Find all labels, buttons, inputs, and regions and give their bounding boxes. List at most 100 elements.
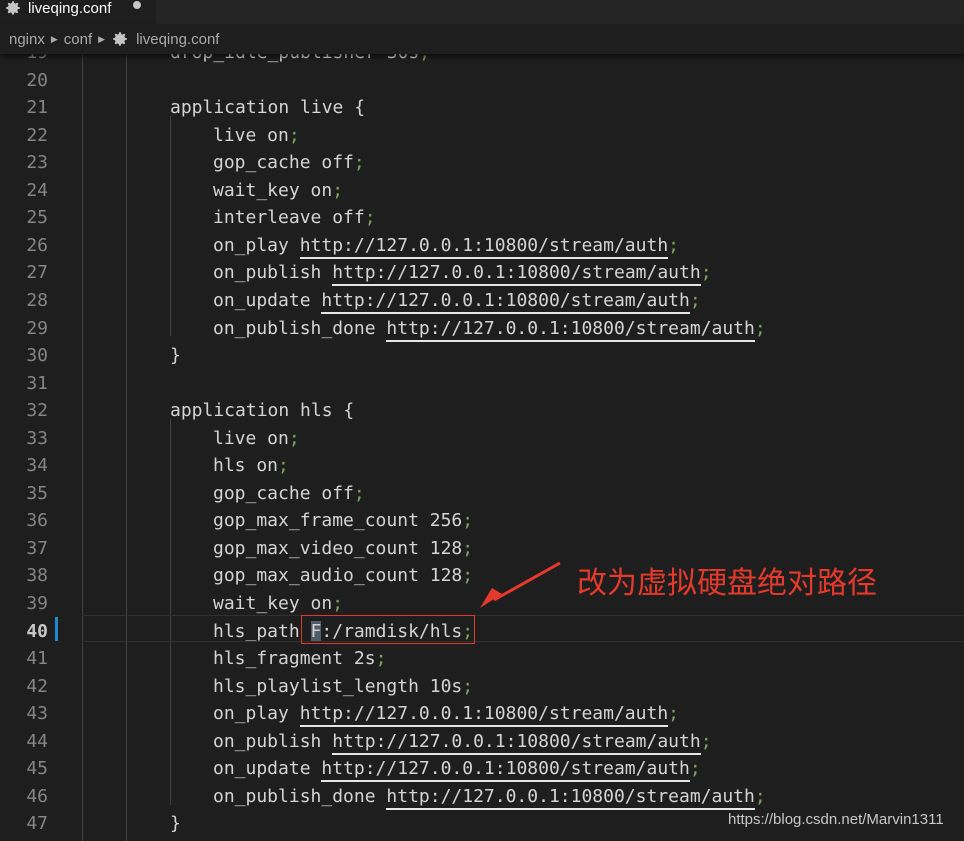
code-token: } [170, 345, 181, 367]
code-line[interactable]: 32 application hls { [0, 397, 964, 425]
code-line[interactable]: 28 on_update http://127.0.0.1:10800/strea… [0, 287, 964, 315]
line-number: 41 [26, 648, 48, 670]
breadcrumb-item-file[interactable]: liveqing.conf [136, 31, 219, 48]
code-line[interactable]: 27 on_publish http://127.0.0.1:10800/stre… [0, 259, 964, 287]
code-token: hls on [213, 455, 279, 477]
line-number: 37 [26, 537, 48, 559]
code-line[interactable]: 26 on_play http://127.0.0.1:10800/stream/… [0, 232, 964, 260]
code-line[interactable]: 42 hls_playlist_length 10s; [0, 673, 964, 701]
semicolon-token: ; [462, 675, 474, 697]
line-number: 28 [26, 289, 48, 311]
code-line[interactable]: 31 [0, 370, 964, 398]
line-number: 20 [26, 69, 48, 91]
url-link[interactable]: http://127.0.0.1:10800/stream/auth [321, 289, 690, 314]
line-number: 47 [26, 813, 48, 835]
code-token: gop_max_frame_count 256 [213, 510, 463, 532]
line-number: 22 [26, 124, 48, 146]
code-line[interactable]: 36 gop_max_frame_count 256; [0, 507, 964, 535]
semicolon-token: ; [462, 565, 474, 587]
code-line[interactable]: 44 on_publish http://127.0.0.1:10800/stre… [0, 728, 964, 756]
code-text: on_play http://127.0.0.1:10800/stream/au… [213, 232, 679, 260]
code-text: on_update http://127.0.0.1:10800/stream/… [213, 755, 701, 783]
url-link[interactable]: http://127.0.0.1:10800/stream/auth [321, 758, 690, 783]
breadcrumb: nginx ▶ conf ▶ liveqing.conf [0, 24, 964, 54]
semicolon-token: ; [754, 317, 766, 339]
code-text: live on; [213, 122, 300, 150]
tab-filename: liveqing.conf [28, 0, 112, 17]
url-link[interactable]: http://127.0.0.1:10800/stream/auth [299, 703, 669, 728]
line-number: 24 [26, 179, 48, 201]
code-token: on_publish [213, 262, 333, 284]
breadcrumb-item-nginx[interactable]: nginx [9, 31, 45, 48]
code-text: gop_max_audio_count 128; [213, 562, 473, 590]
code-text: wait_key on; [213, 177, 343, 205]
editor-tab-liveqing-conf[interactable]: liveqing.conf [0, 0, 156, 24]
code-text: on_update http://127.0.0.1:10800/stream/… [213, 287, 701, 315]
semicolon-token: ; [353, 482, 365, 504]
line-number: 27 [26, 262, 48, 284]
code-line[interactable]: 45 on_update http://127.0.0.1:10800/strea… [0, 755, 964, 783]
semicolon-token: ; [668, 234, 680, 256]
code-token: hls_playlist_length 10s [213, 675, 463, 697]
code-line[interactable]: 34 hls on; [0, 452, 964, 480]
code-text: wait_key on; [213, 590, 343, 618]
code-text: gop_cache off; [213, 480, 365, 508]
code-line[interactable]: 22 live on; [0, 122, 964, 150]
code-line[interactable]: 29 on_publish_done http://127.0.0.1:10800… [0, 315, 964, 343]
semicolon-token: ; [462, 537, 474, 559]
gear-icon [6, 1, 20, 15]
code-token: on_publish_done [213, 785, 387, 807]
chevron-right-icon: ▶ [98, 33, 106, 44]
code-text: gop_max_video_count 128; [213, 535, 473, 563]
current-line-highlight [82, 615, 964, 642]
code-text: live on; [213, 425, 300, 453]
line-number: 39 [26, 593, 48, 614]
semicolon-token: ; [689, 758, 701, 780]
code-token: on_publish [213, 730, 333, 752]
line-number: 36 [26, 510, 48, 532]
code-line[interactable]: 33 live on; [0, 425, 964, 453]
url-link[interactable]: http://127.0.0.1:10800/stream/auth [332, 730, 701, 755]
url-link[interactable]: http://127.0.0.1:10800/stream/auth [332, 262, 701, 287]
code-text: hls on; [213, 452, 289, 480]
code-line[interactable]: 35 gop_cache off; [0, 480, 964, 508]
code-token: hls_fragment 2s [213, 648, 376, 670]
annotation-highlight-box [301, 615, 475, 644]
breadcrumb-item-conf[interactable]: conf [64, 31, 92, 48]
code-token: on_update [213, 758, 322, 780]
unsaved-dot-icon[interactable] [133, 1, 141, 9]
line-number: 43 [26, 703, 48, 725]
annotation-arrow-icon [480, 561, 561, 608]
code-token: gop_cache off [213, 482, 354, 504]
code-line[interactable]: 21 application live { [0, 94, 964, 122]
semicolon-token: ; [754, 785, 766, 807]
code-text: gop_max_frame_count 256; [213, 507, 473, 535]
code-line[interactable]: 41 hls_fragment 2s; [0, 645, 964, 673]
line-number: 23 [26, 152, 48, 174]
code-token: on_play [213, 703, 300, 725]
code-token: application hls { [170, 400, 355, 422]
code-text: application live { [170, 94, 365, 122]
code-text: application hls { [170, 397, 354, 425]
line-number: 45 [26, 758, 48, 780]
code-line[interactable]: 25 interleave off; [0, 204, 964, 232]
code-token: gop_cache off [213, 152, 354, 174]
code-line[interactable]: 24 wait_key on; [0, 177, 964, 205]
code-line[interactable]: 20 [0, 67, 964, 95]
code-line[interactable]: 43 on_play http://127.0.0.1:10800/stream/… [0, 700, 964, 728]
code-text: } [170, 342, 181, 370]
url-link[interactable]: http://127.0.0.1:10800/stream/auth [299, 234, 669, 259]
code-text: on_play http://127.0.0.1:10800/stream/au… [213, 700, 679, 728]
url-link[interactable]: http://127.0.0.1:10800/stream/auth [386, 785, 755, 810]
code-text: on_publish_done http://127.0.0.1:10800/s… [213, 783, 766, 811]
code-editor[interactable]: 19 drop_idle_publisher 30s; 20 21 applicatio… [0, 50, 964, 841]
code-token: wait_key on [213, 179, 333, 201]
code-text: on_publish http://127.0.0.1:10800/stream… [213, 728, 712, 756]
code-line[interactable]: 30} [0, 342, 964, 370]
semicolon-token: ; [462, 510, 474, 532]
semicolon-token: ; [332, 593, 344, 614]
tab-bar: liveqing.conf [0, 0, 964, 24]
url-link[interactable]: http://127.0.0.1:10800/stream/auth [386, 317, 755, 342]
code-line[interactable]: 23 gop_cache off; [0, 149, 964, 177]
code-line[interactable]: 46 on_publish_done http://127.0.0.1:10800… [0, 783, 964, 811]
